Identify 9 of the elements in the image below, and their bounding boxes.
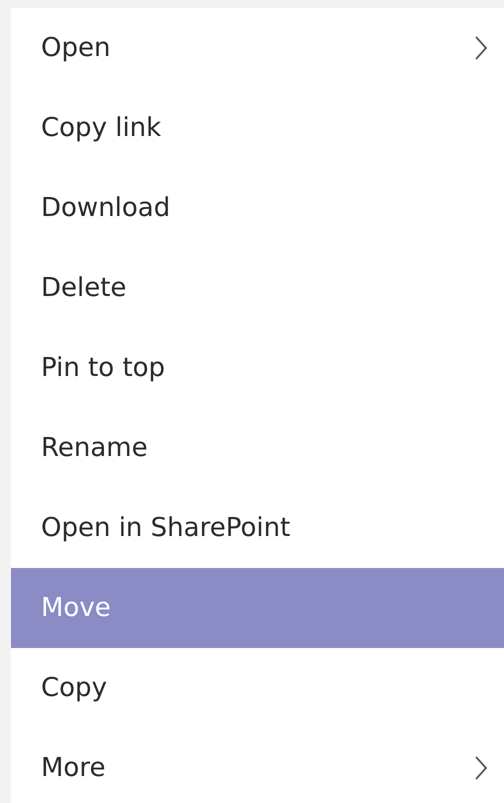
menu-item[interactable]: Open in SharePoint (11, 488, 504, 568)
menu-item[interactable]: Rename (11, 408, 504, 488)
menu-item[interactable]: Delete (11, 248, 504, 328)
menu-item[interactable]: Copy (11, 648, 504, 728)
menu-item[interactable]: Download (11, 168, 504, 248)
menu-item[interactable]: Copy link (11, 88, 504, 168)
menu-item[interactable]: Pin to top (11, 328, 504, 408)
menu-item[interactable]: Open (11, 8, 504, 88)
menu-item[interactable]: More (11, 728, 504, 803)
